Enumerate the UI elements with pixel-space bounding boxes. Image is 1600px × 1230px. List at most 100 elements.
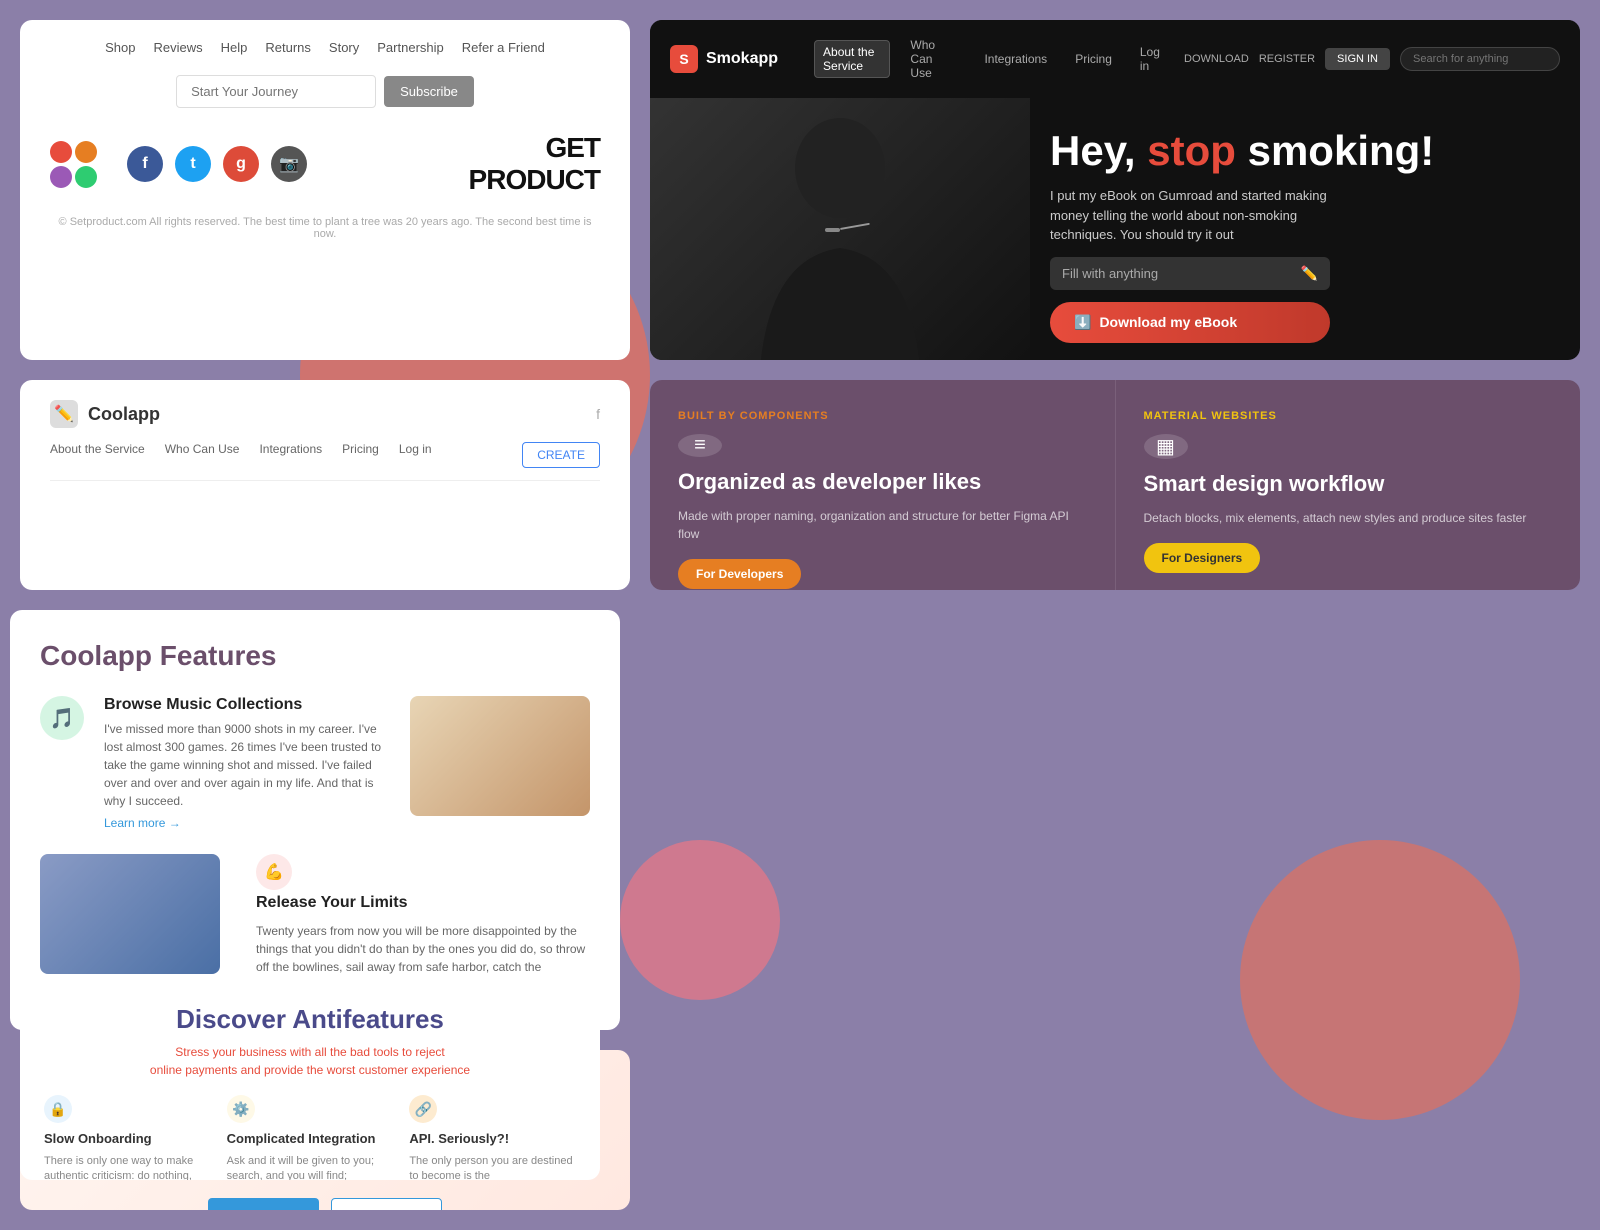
smokapp-header-actions: DOWNLOAD REGISTER SIGN IN bbox=[1184, 47, 1560, 71]
nav-reviews[interactable]: Reviews bbox=[154, 40, 203, 55]
smokapp-logo-name: Smokapp bbox=[706, 50, 778, 68]
feature-row-2: 💪 Release Your Limits Twenty years from … bbox=[40, 854, 590, 976]
smokapp-register-link[interactable]: REGISTER bbox=[1259, 53, 1315, 65]
smokapp-nav-integrations[interactable]: Integrations bbox=[976, 48, 1055, 70]
component-desc-1: Made with proper naming, organization an… bbox=[678, 507, 1087, 543]
designers-button[interactable]: For Designers bbox=[1144, 543, 1261, 573]
antifeature-title-1: Slow Onboarding bbox=[44, 1131, 211, 1146]
smokapp-fill-input[interactable]: Fill with anything ✏️ bbox=[1050, 257, 1330, 290]
coolapp-nav: About the Service Who Can Use Integratio… bbox=[50, 442, 600, 481]
subscribe-row: Subscribe bbox=[50, 75, 600, 108]
coolapp-social-icon[interactable]: f bbox=[596, 406, 600, 422]
component-title-2: Smart design workflow bbox=[1144, 471, 1553, 497]
component-block-1: BUILT BY COMPONENTS ≡ Organized as devel… bbox=[650, 380, 1115, 590]
slow-onboarding-icon: 🔒 bbox=[44, 1095, 72, 1123]
smokapp-nav-pricing[interactable]: Pricing bbox=[1067, 48, 1120, 70]
developers-button[interactable]: For Developers bbox=[678, 559, 801, 589]
antifeature-title-2: Complicated Integration bbox=[227, 1131, 394, 1146]
feature-link-1[interactable]: Learn more → bbox=[104, 816, 390, 830]
nav-refer[interactable]: Refer a Friend bbox=[462, 40, 545, 55]
smokapp-download-label: Download my eBook bbox=[1099, 314, 1237, 330]
antifeature-2: ⚙️ Complicated Integration Ask and it wi… bbox=[227, 1095, 394, 1180]
smokapp-nav-about[interactable]: About the Service bbox=[814, 40, 890, 78]
limits-icon: 💪 bbox=[256, 854, 292, 890]
coolapp-nav-integrations[interactable]: Integrations bbox=[259, 442, 322, 468]
nav-partnership[interactable]: Partnership bbox=[377, 40, 443, 55]
smokapp-nav-who[interactable]: Who Can Use bbox=[902, 34, 964, 84]
coolapp-nav-about[interactable]: About the Service bbox=[50, 442, 145, 468]
smokapp-logo-icon: S bbox=[670, 45, 698, 73]
component-tag-1: BUILT BY COMPONENTS bbox=[678, 410, 1087, 422]
getproduct-logo: GETPRODUCT bbox=[469, 132, 600, 196]
subscribe-input[interactable] bbox=[176, 75, 376, 108]
smokapp-headline-highlight: stop bbox=[1147, 127, 1236, 174]
smokapp-headline-part1: Hey, bbox=[1050, 127, 1147, 174]
component-title-1: Organized as developer likes bbox=[678, 469, 1087, 495]
download-button[interactable]: DOWNLOAD bbox=[208, 1198, 319, 1211]
brand-logo bbox=[50, 141, 97, 188]
coolapp-nav-who[interactable]: Who Can Use bbox=[165, 442, 240, 468]
smokapp-nav-login[interactable]: Log in bbox=[1132, 41, 1168, 77]
feature-desc-2: Twenty years from now you will be more d… bbox=[256, 922, 590, 976]
smokapp-card: S Smokapp About the Service Who Can Use … bbox=[650, 20, 1580, 360]
feature-row-1: 🎵 Browse Music Collections I've missed m… bbox=[40, 696, 590, 830]
smokapp-hero-image bbox=[650, 98, 1030, 360]
smokapp-description: I put my eBook on Gumroad and started ma… bbox=[1050, 186, 1330, 245]
feature-content-1: Browse Music Collections I've missed mor… bbox=[104, 696, 390, 830]
social-links: f t g 📷 bbox=[127, 146, 307, 182]
free-trial-button[interactable]: FREE TRIAL bbox=[331, 1198, 442, 1211]
complicated-integration-icon: ⚙️ bbox=[227, 1095, 255, 1123]
newsletter-card: Shop Reviews Help Returns Story Partners… bbox=[20, 20, 630, 360]
antifeature-1: 🔒 Slow Onboarding There is only one way … bbox=[44, 1095, 211, 1180]
coolapp-header-card: ✏️ Coolapp f About the Service Who Can U… bbox=[20, 380, 630, 590]
google-icon[interactable]: g bbox=[223, 146, 259, 182]
facebook-icon[interactable]: f bbox=[127, 146, 163, 182]
coolapp-nav-pricing[interactable]: Pricing bbox=[342, 442, 379, 468]
smokapp-search-input[interactable] bbox=[1400, 47, 1560, 71]
coolapp-features-title: Coolapp Features bbox=[40, 640, 590, 672]
component-tag-2: MATERIAL WEBSITES bbox=[1144, 410, 1553, 422]
nav-shop[interactable]: Shop bbox=[105, 40, 135, 55]
coolapp-nav-login[interactable]: Log in bbox=[399, 442, 432, 468]
antifeature-desc-1: There is only one way to make authentic … bbox=[44, 1154, 211, 1180]
smokapp-download-link[interactable]: DOWNLOAD bbox=[1184, 53, 1249, 65]
nav-help[interactable]: Help bbox=[221, 40, 248, 55]
smokapp-download-button[interactable]: ⬇️ Download my eBook bbox=[1050, 302, 1330, 343]
discover-antifeatures-card: Discover Antifeatures Stress your busine… bbox=[20, 980, 600, 1180]
edit-icon: ✏️ bbox=[1301, 265, 1318, 282]
coolapp-header: ✏️ Coolapp f bbox=[50, 400, 600, 428]
antifeature-title-3: API. Seriously?! bbox=[409, 1131, 576, 1146]
feature-image-2 bbox=[40, 854, 220, 974]
smokapp-body: Hey, stop smoking! I put my eBook on Gum… bbox=[650, 98, 1580, 360]
smokapp-headline-part2: smoking! bbox=[1236, 127, 1434, 174]
feature-title-2: Release Your Limits bbox=[256, 894, 590, 912]
coolapp-logo-icon: ✏️ bbox=[50, 400, 78, 428]
coolapp-features-card: Coolapp Features 🎵 Browse Music Collecti… bbox=[10, 610, 620, 1030]
coolapp-logo-text: Coolapp bbox=[88, 404, 160, 425]
smokapp-header: S Smokapp About the Service Who Can Use … bbox=[650, 20, 1580, 98]
feature-title-1: Browse Music Collections bbox=[104, 696, 390, 714]
antifeature-3: 🔗 API. Seriously?! The only person you a… bbox=[409, 1095, 576, 1180]
download-icon: ⬇️ bbox=[1074, 314, 1091, 331]
antifeature-desc-3: The only person you are destined to beco… bbox=[409, 1154, 576, 1180]
instagram-icon[interactable]: 📷 bbox=[271, 146, 307, 182]
coolapp-create-button[interactable]: CREATE bbox=[522, 442, 600, 468]
app-buttons: DOWNLOAD FREE TRIAL bbox=[50, 1198, 600, 1211]
components-card: BUILT BY COMPONENTS ≡ Organized as devel… bbox=[650, 380, 1580, 590]
nav-story[interactable]: Story bbox=[329, 40, 359, 55]
antifeature-desc-2: Ask and it will be given to you; search,… bbox=[227, 1154, 394, 1180]
design-icon: ▦ bbox=[1144, 434, 1188, 459]
smokapp-signin-button[interactable]: SIGN IN bbox=[1325, 48, 1390, 70]
component-desc-2: Detach blocks, mix elements, attach new … bbox=[1144, 509, 1553, 527]
component-block-2: MATERIAL WEBSITES ▦ Smart design workflo… bbox=[1115, 380, 1581, 590]
api-icon: 🔗 bbox=[409, 1095, 437, 1123]
feature-content-2: 💪 Release Your Limits Twenty years from … bbox=[240, 854, 590, 976]
music-icon: 🎵 bbox=[40, 696, 84, 740]
discover-subtitle: Stress your business with all the bad to… bbox=[44, 1043, 576, 1079]
twitter-icon[interactable]: t bbox=[175, 146, 211, 182]
antifeature-row: 🔒 Slow Onboarding There is only one way … bbox=[44, 1095, 576, 1180]
discover-title: Discover Antifeatures bbox=[44, 1004, 576, 1035]
newsletter-nav: Shop Reviews Help Returns Story Partners… bbox=[50, 40, 600, 55]
nav-returns[interactable]: Returns bbox=[265, 40, 311, 55]
subscribe-button[interactable]: Subscribe bbox=[384, 76, 474, 107]
